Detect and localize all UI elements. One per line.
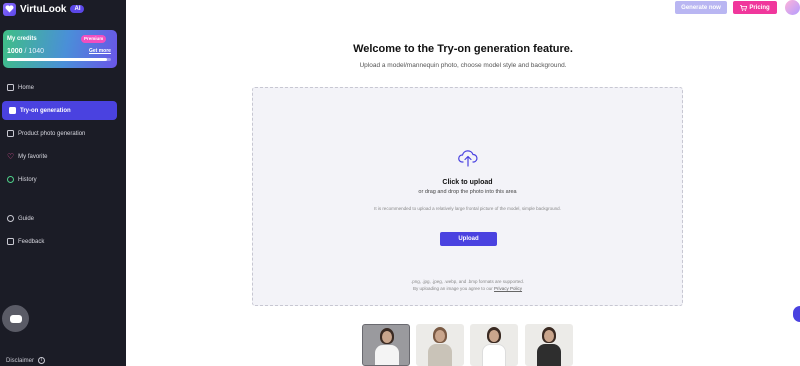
clock-icon (7, 176, 14, 183)
generate-now-button[interactable]: Generate now (675, 1, 727, 14)
example-model-thumbnail[interactable] (416, 324, 464, 366)
sidebar-item-label: Feedback (18, 238, 45, 245)
logo-icon (3, 2, 16, 16)
credits-progress-bar (7, 58, 111, 61)
sidebar-item-label: Try-on generation (20, 107, 71, 114)
info-icon: i (38, 357, 46, 364)
avatar[interactable] (785, 0, 800, 15)
sidebar-item-guide[interactable]: Guide (0, 209, 126, 228)
sidebar-item-favorite[interactable]: ♡ My favorite (0, 147, 126, 166)
upload-button-label: Upload (458, 236, 479, 242)
model-body (537, 344, 561, 366)
model-body (428, 344, 452, 366)
sidebar-item-home[interactable]: Home (0, 78, 126, 97)
disclaimer-link[interactable]: Disclaimer i (6, 357, 46, 364)
sidebar-item-label: Home (18, 84, 35, 91)
sidebar-item-label: Product photo generation (18, 130, 86, 137)
sidebar-item-history[interactable]: History (0, 170, 126, 189)
premium-badge: Premium (81, 35, 107, 43)
generate-now-label: Generate now (681, 4, 721, 11)
chat-support-button[interactable] (2, 305, 29, 332)
example-model-thumbnail[interactable] (362, 324, 410, 366)
click-to-upload-text: Click to upload (442, 179, 493, 186)
example-model-thumbnail[interactable] (470, 324, 518, 366)
agreement-prefix: By uploading an image you agree to our (412, 286, 493, 291)
cloud-upload-icon (458, 150, 478, 167)
side-feedback-tab[interactable] (793, 306, 800, 322)
sidebar-item-try-on[interactable]: Try-on generation (2, 101, 117, 120)
help-icon (7, 215, 14, 222)
sidebar-item-label: My favorite (18, 153, 48, 160)
home-icon (7, 84, 14, 91)
model-head (382, 331, 392, 343)
credits-card: My credits Premium 1000 / 1040 Get more (3, 30, 117, 68)
sidebar: VirtuLook AI My credits Premium 1000 / 1… (0, 0, 126, 366)
model-head (435, 330, 445, 342)
upload-button[interactable]: Upload (440, 232, 497, 246)
model-body (375, 345, 399, 365)
example-model-thumbnail[interactable] (525, 324, 573, 366)
page-subtitle: Upload a model/mannequin photo, choose m… (359, 62, 567, 69)
ai-badge: AI (70, 5, 85, 13)
brand[interactable]: VirtuLook AI (3, 2, 85, 16)
brand-name: VirtuLook (20, 3, 67, 15)
sidebar-item-label: Guide (18, 215, 35, 222)
model-body (482, 344, 506, 366)
model-head (489, 330, 499, 342)
heart-icon: ♡ (7, 152, 15, 161)
pricing-button[interactable]: Pricing (733, 1, 777, 14)
sidebar-item-feedback[interactable]: Feedback (0, 232, 126, 251)
pricing-label: Pricing (749, 4, 770, 11)
credits-current: 1000 (7, 48, 23, 55)
credits-progress-fill (7, 58, 107, 61)
cart-icon (740, 4, 748, 11)
image-icon (7, 130, 14, 137)
sidebar-item-label: History (18, 176, 37, 183)
credits-count: 1000 / 1040 (7, 48, 44, 55)
model-head (544, 330, 554, 342)
get-more-link[interactable]: Get more (89, 48, 111, 54)
upload-dropzone[interactable]: Click to upload or drag and drop the pho… (252, 87, 683, 306)
privacy-policy-link[interactable]: Privacy Policy (494, 286, 522, 291)
page-title: Welcome to the Try-on generation feature… (353, 43, 573, 55)
feedback-icon (7, 238, 14, 245)
shirt-icon (9, 107, 16, 114)
disclaimer-label: Disclaimer (6, 357, 35, 364)
drag-drop-text: or drag and drop the photo into this are… (418, 189, 517, 195)
credits-title: My credits (7, 36, 37, 42)
credits-total: / 1040 (24, 48, 44, 55)
recommendation-text: It is recommended to upload a relatively… (374, 206, 561, 211)
supported-formats-text: .png, .jpg, .jpeg, .webp, and .bmp forma… (410, 279, 525, 284)
chat-icon (9, 314, 22, 323)
sidebar-item-product-photo[interactable]: Product photo generation (0, 124, 126, 143)
agreement-text: By uploading an image you agree to our P… (253, 286, 682, 291)
